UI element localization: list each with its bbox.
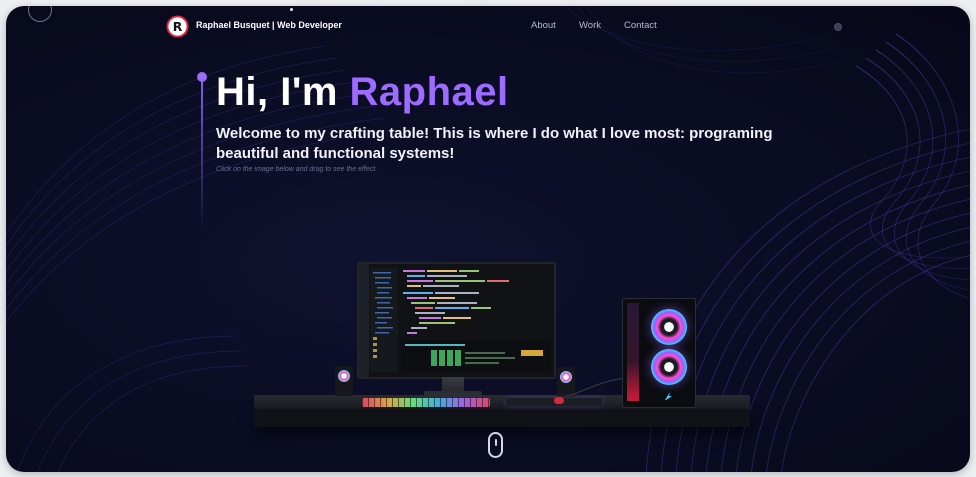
keyboard-keys bbox=[362, 398, 490, 407]
rgb-fan-icon bbox=[651, 349, 687, 385]
tower-glass-panel bbox=[627, 303, 639, 401]
editor-code-area bbox=[401, 268, 551, 336]
code-lines bbox=[403, 270, 509, 334]
monitor-base bbox=[424, 391, 482, 397]
terminal-output bbox=[405, 344, 543, 366]
logo-letter: R bbox=[173, 19, 183, 34]
accent-line bbox=[201, 78, 203, 228]
tower-logo-icon bbox=[665, 392, 672, 400]
hero-welcome-text: Welcome to my crafting table! This is wh… bbox=[216, 125, 773, 162]
file-tree-lines bbox=[373, 272, 393, 358]
monitor bbox=[357, 262, 556, 379]
editor-activity-bar bbox=[359, 264, 369, 377]
speaker-left bbox=[335, 366, 353, 396]
nav-link-contact[interactable]: Contact bbox=[624, 20, 657, 31]
editor-file-tree bbox=[370, 268, 398, 372]
editor-terminal bbox=[401, 340, 551, 372]
hero-hint-text: Click on the image below and drag to see… bbox=[216, 166, 378, 173]
theme-toggle-icon[interactable] bbox=[834, 23, 842, 31]
mouse-scroll-icon[interactable] bbox=[488, 432, 503, 458]
rgb-fan-icon bbox=[651, 309, 687, 345]
pc-tower bbox=[622, 298, 696, 408]
mouse-cable bbox=[566, 377, 625, 397]
navbar: R Raphael Busquet | Web Developer About … bbox=[6, 6, 970, 48]
nav-link-work[interactable]: Work bbox=[579, 20, 601, 31]
brand-name[interactable]: Raphael Busquet | Web Developer bbox=[196, 20, 342, 30]
hero-greeting: Hi, I'm bbox=[216, 70, 350, 114]
hero-section: R Raphael Busquet | Web Developer About … bbox=[6, 6, 970, 472]
speaker-light-icon bbox=[338, 370, 350, 382]
hero-title: Hi, I'm Raphael bbox=[216, 68, 509, 116]
computer-mouse bbox=[554, 397, 564, 404]
r-logo-icon[interactable]: R bbox=[166, 15, 189, 38]
accent-dot bbox=[197, 72, 207, 82]
desk-front bbox=[254, 409, 750, 427]
hero-name: Raphael bbox=[349, 70, 509, 114]
scroll-wheel bbox=[495, 439, 497, 446]
nav-link-about[interactable]: About bbox=[531, 20, 556, 31]
